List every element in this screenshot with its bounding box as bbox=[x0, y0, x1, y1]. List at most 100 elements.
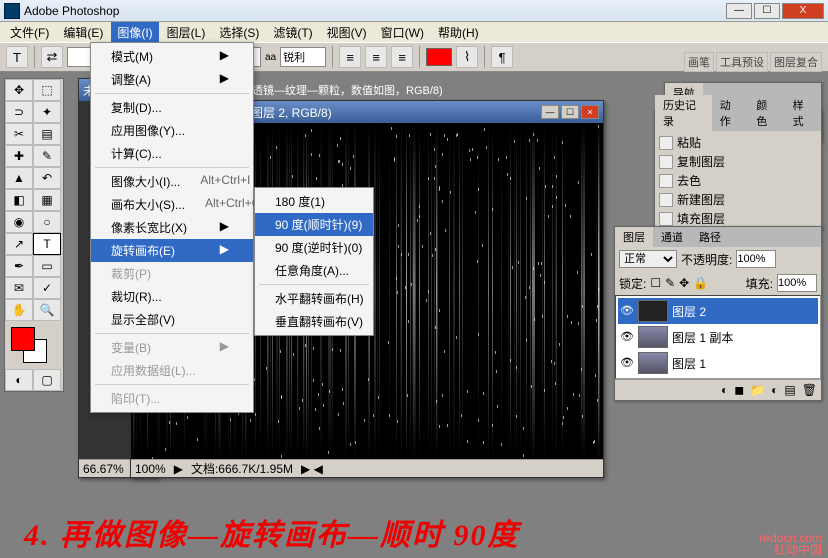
menu-image-item[interactable]: 旋转画布(E)▶ bbox=[91, 239, 253, 262]
path-tool[interactable]: ↗ bbox=[5, 233, 33, 255]
doc2-close-button[interactable]: × bbox=[581, 105, 599, 119]
blur-tool[interactable]: ◉ bbox=[5, 211, 33, 233]
menu-image-item[interactable]: 像素长宽比(X)▶ bbox=[91, 216, 253, 239]
preset-0[interactable]: 画笔 bbox=[684, 52, 714, 72]
preset-2[interactable]: 图层复合 bbox=[770, 52, 822, 72]
history-item[interactable]: 复制图层 bbox=[657, 152, 819, 171]
rotate-item[interactable]: 水平翻转画布(H) bbox=[255, 287, 373, 310]
menu-5[interactable]: 滤镜(T) bbox=[267, 22, 318, 43]
menu-1[interactable]: 编辑(E) bbox=[57, 22, 109, 43]
doc2-max-button[interactable]: ☐ bbox=[561, 105, 579, 119]
type-tool[interactable]: T bbox=[33, 233, 61, 255]
lock-pixels-icon[interactable]: ✎ bbox=[665, 276, 675, 290]
opacity-input[interactable] bbox=[736, 250, 776, 268]
menu-image-item[interactable]: 画布大小(S)...Alt+Ctrl+C bbox=[91, 193, 253, 216]
rotate-item[interactable]: 任意角度(A)... bbox=[255, 259, 373, 282]
pen-tool[interactable]: ✒ bbox=[5, 255, 33, 277]
menu-6[interactable]: 视图(V) bbox=[321, 22, 373, 43]
adjustment-icon[interactable]: ◐ bbox=[771, 383, 778, 397]
menu-image-item[interactable]: 裁切(R)... bbox=[91, 285, 253, 308]
zoom-tool[interactable]: 🔍 bbox=[33, 299, 61, 321]
tab-colors[interactable]: 颜色 bbox=[748, 95, 784, 131]
menu-image-item[interactable]: 图像大小(I)...Alt+Ctrl+I bbox=[91, 170, 253, 193]
type-tool-icon[interactable]: T bbox=[6, 46, 28, 68]
fill-input[interactable] bbox=[777, 274, 817, 292]
visibility-icon[interactable]: 👁 bbox=[620, 356, 634, 370]
screenmode-icon[interactable]: ▢ bbox=[33, 369, 61, 391]
history-item[interactable]: 去色 bbox=[657, 171, 819, 190]
tab-history[interactable]: 历史记录 bbox=[655, 95, 712, 131]
layer-row[interactable]: 👁图层 1 bbox=[618, 350, 818, 376]
layer-mask-icon[interactable]: ◼ bbox=[734, 383, 744, 397]
menu-2[interactable]: 图像(I) bbox=[111, 22, 158, 43]
menu-3[interactable]: 图层(L) bbox=[161, 22, 212, 43]
wand-tool[interactable]: ✦ bbox=[33, 101, 61, 123]
new-folder-icon[interactable]: 📁 bbox=[750, 383, 765, 397]
doc2-min-button[interactable]: — bbox=[541, 105, 559, 119]
align-center-icon[interactable]: ≡ bbox=[365, 46, 387, 68]
submenu-rotate-canvas[interactable]: 180 度(1)90 度(顺时针)(9)90 度(逆时针)(0)任意角度(A).… bbox=[254, 187, 374, 336]
layer-row[interactable]: 👁图层 2 bbox=[618, 298, 818, 324]
slice-tool[interactable]: ▤ bbox=[33, 123, 61, 145]
lasso-tool[interactable]: ⊃ bbox=[5, 101, 33, 123]
stamp-tool[interactable]: ▲ bbox=[5, 167, 33, 189]
align-right-icon[interactable]: ≡ bbox=[391, 46, 413, 68]
menu-image[interactable]: 模式(M)▶调整(A)▶复制(D)...应用图像(Y)...计算(C)...图像… bbox=[90, 42, 254, 413]
history-brush-tool[interactable]: ↶ bbox=[33, 167, 61, 189]
rotate-item[interactable]: 90 度(逆时针)(0) bbox=[255, 236, 373, 259]
tab-paths[interactable]: 路径 bbox=[691, 227, 729, 247]
menu-4[interactable]: 选择(S) bbox=[213, 22, 265, 43]
lock-trans-icon[interactable]: ☐ bbox=[650, 276, 661, 290]
menubar[interactable]: 文件(F)编辑(E)图像(I)图层(L)选择(S)滤镜(T)视图(V)窗口(W)… bbox=[0, 22, 828, 42]
align-left-icon[interactable]: ≡ bbox=[339, 46, 361, 68]
shape-tool[interactable]: ▭ bbox=[33, 255, 61, 277]
marquee-tool[interactable]: ⬚ bbox=[33, 79, 61, 101]
text-color-swatch[interactable] bbox=[426, 48, 452, 66]
preset-1[interactable]: 工具预设 bbox=[716, 52, 768, 72]
char-panel-icon[interactable]: ¶ bbox=[491, 46, 513, 68]
close-button[interactable]: X bbox=[782, 3, 824, 19]
brush-tool[interactable]: ✎ bbox=[33, 145, 61, 167]
layer-row[interactable]: 👁图层 1 副本 bbox=[618, 324, 818, 350]
lock-all-icon[interactable]: 🔒 bbox=[693, 276, 708, 290]
antialias-select[interactable] bbox=[280, 47, 326, 67]
quickmask-icon[interactable]: ◐ bbox=[5, 369, 33, 391]
maximize-button[interactable]: ☐ bbox=[754, 3, 780, 19]
visibility-icon[interactable]: 👁 bbox=[620, 304, 634, 318]
menu-image-item[interactable]: 应用图像(Y)... bbox=[91, 119, 253, 142]
menu-image-item[interactable]: 显示全部(V) bbox=[91, 308, 253, 331]
notes-tool[interactable]: ✉ bbox=[5, 277, 33, 299]
tab-layers[interactable]: 图层 bbox=[615, 227, 653, 247]
rotate-item[interactable]: 180 度(1) bbox=[255, 190, 373, 213]
visibility-icon[interactable]: 👁 bbox=[620, 330, 634, 344]
move-tool[interactable]: ✥ bbox=[5, 79, 33, 101]
lock-pos-icon[interactable]: ✥ bbox=[679, 276, 689, 290]
dodge-tool[interactable]: ○ bbox=[33, 211, 61, 233]
menu-image-item[interactable]: 调整(A)▶ bbox=[91, 68, 253, 91]
minimize-button[interactable]: — bbox=[726, 3, 752, 19]
history-item[interactable]: 新建图层 bbox=[657, 190, 819, 209]
blend-mode-select[interactable]: 正常 bbox=[619, 250, 677, 268]
type-direction-icon[interactable]: ⇄ bbox=[41, 46, 63, 68]
menu-8[interactable]: 帮助(H) bbox=[432, 22, 485, 43]
crop-tool[interactable]: ✂ bbox=[5, 123, 33, 145]
hand-tool[interactable]: ✋ bbox=[5, 299, 33, 321]
fg-color-swatch[interactable] bbox=[11, 327, 35, 351]
color-picker[interactable] bbox=[9, 325, 59, 365]
warp-text-icon[interactable]: ⌇ bbox=[456, 46, 478, 68]
tab-channels[interactable]: 通道 bbox=[653, 227, 691, 247]
rotate-item[interactable]: 90 度(顺时针)(9) bbox=[255, 213, 373, 236]
eyedropper-tool[interactable]: ✓ bbox=[33, 277, 61, 299]
delete-layer-icon[interactable]: 🗑 bbox=[802, 383, 817, 397]
eraser-tool[interactable]: ◧ bbox=[5, 189, 33, 211]
rotate-item[interactable]: 垂直翻转画布(V) bbox=[255, 310, 373, 333]
layer-fx-icon[interactable]: ◐ bbox=[721, 383, 728, 397]
tab-actions[interactable]: 动作 bbox=[712, 95, 748, 131]
new-layer-icon[interactable]: ▤ bbox=[784, 383, 795, 397]
tab-styles[interactable]: 样式 bbox=[785, 95, 821, 131]
history-item[interactable]: 粘贴 bbox=[657, 133, 819, 152]
menu-image-item[interactable]: 计算(C)... bbox=[91, 142, 253, 165]
gradient-tool[interactable]: ▦ bbox=[33, 189, 61, 211]
menu-7[interactable]: 窗口(W) bbox=[375, 22, 430, 43]
menu-image-item[interactable]: 模式(M)▶ bbox=[91, 45, 253, 68]
